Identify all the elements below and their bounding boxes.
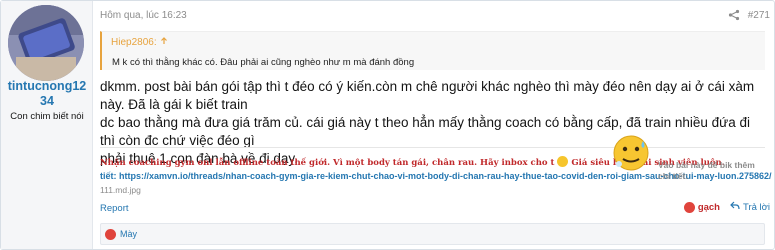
reply-button[interactable]: Trả lời <box>730 201 770 213</box>
reaction-icon <box>105 228 116 240</box>
smile-emoji-icon <box>557 156 569 167</box>
reactions-bar[interactable]: Mày <box>100 223 765 245</box>
post-line-2: dc bao thằng mà đưa giá trăm củ. cái giá… <box>100 115 750 148</box>
signature-right-text: Vào bài này để bik thêm chi tiết: <box>658 160 755 181</box>
forum-post: tintucnong1234 Con chim biết nói Hôm qua… <box>0 0 775 250</box>
sweating-smiley-icon <box>613 135 649 171</box>
signature-text: Nhận coaching gym onl lẫn offline toàn t… <box>100 158 555 168</box>
react-button[interactable]: gạch <box>683 201 720 213</box>
user-avatar[interactable] <box>8 5 84 81</box>
post-number[interactable]: #271 <box>748 10 770 21</box>
quote-block: Hiep2806: M k có thì thằng khác có. Đâu … <box>100 31 765 70</box>
signature: Nhận coaching gym onl lẫn offline toàn t… <box>100 135 772 195</box>
quote-author[interactable]: Hiep2806: <box>111 37 168 48</box>
post-line-1: dkmm. post bài bán gói tập thì t đéo có … <box>100 79 755 112</box>
post-time[interactable]: Hôm qua, lúc 16:23 <box>100 10 187 21</box>
user-title: Con chim biết nói <box>10 111 84 122</box>
avatar-image <box>8 5 84 81</box>
react-label: gạch <box>697 201 720 213</box>
post-meta-right: #271 <box>728 9 770 21</box>
reply-arrow-icon <box>730 201 740 213</box>
post-actions: gạch Trả lời <box>683 201 770 213</box>
post-main: Hôm qua, lúc 16:23 #271 Hiep2806: M k có… <box>94 1 774 249</box>
brick-reaction-icon <box>683 201 695 213</box>
username[interactable]: tintucnong1234 <box>1 79 93 109</box>
user-column: tintucnong1234 Con chim biết nói <box>1 1 93 249</box>
report-link[interactable]: Report <box>100 203 129 214</box>
reactions-user[interactable]: Mày <box>120 229 137 239</box>
quote-author-name[interactable]: Hiep2806: <box>111 37 157 48</box>
reply-label: Trả lời <box>743 201 770 213</box>
quote-arrow-icon <box>160 37 168 48</box>
quote-text: M k có thì thằng khác có. Đâu phải ai cũ… <box>112 57 415 68</box>
share-icon[interactable] <box>728 9 740 21</box>
signature-image-link[interactable]: 111.md.jpg <box>100 185 141 195</box>
